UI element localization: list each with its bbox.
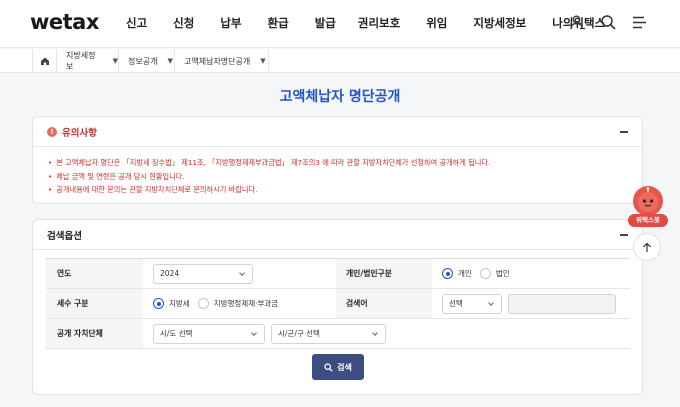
- radio-sanction-charge[interactable]: 지방행정제재·부과금: [197, 298, 279, 309]
- keyword-type-select[interactable]: 선택: [442, 293, 502, 314]
- nav-item-report[interactable]: 신고: [126, 15, 147, 31]
- radio-circle: [442, 268, 453, 279]
- radio-label: 지방행정제재·부과금: [213, 299, 279, 308]
- person-type-label: 개인/법인구분: [336, 259, 432, 288]
- chatbot-button[interactable]: 위택스봇: [628, 186, 668, 230]
- breadcrumb-item-info-disclosure[interactable]: 정보공개 ▼: [118, 49, 174, 73]
- breadcrumb-label: 고액체납자명단공개: [184, 56, 251, 66]
- form-row: 연도 2024 개인/법인구분 개인 법인: [46, 259, 630, 289]
- breadcrumb-label: 정보공개: [128, 56, 158, 66]
- sido-select-value: 시/도 선택: [160, 329, 193, 338]
- notice-title: 유의사항: [62, 127, 97, 139]
- user-icon[interactable]: [569, 14, 586, 31]
- radio-label: 개인: [458, 269, 472, 278]
- chatbot-mascot-icon: [633, 186, 663, 216]
- list-item: 체납 금액 및 연령은 공개 당시 현황입니다.: [48, 170, 642, 184]
- search-options-title: 검색옵션: [47, 230, 82, 242]
- radio-individual[interactable]: 개인: [442, 268, 472, 279]
- list-item: 공개내용에 대한 문의는 관할 지방자치단체로 문의하시기 바랍니다.: [48, 183, 642, 197]
- radio-label: 지방세: [169, 299, 190, 308]
- home-icon[interactable]: [32, 49, 56, 73]
- tax-type-cell: 지방세 지방행정제재·부과금: [143, 289, 336, 318]
- nav-item-payment[interactable]: 납부: [220, 15, 241, 31]
- arrow-up-icon: [643, 242, 651, 252]
- nav-item-local-tax-info[interactable]: 지방세정보: [473, 15, 526, 31]
- chevron-down-icon: ▼: [167, 57, 173, 65]
- tax-type-label: 세수 구분: [46, 289, 143, 318]
- sido-select[interactable]: 시/도 선택: [153, 323, 265, 344]
- chevron-down-icon: [372, 329, 378, 336]
- keyword-input[interactable]: [508, 293, 616, 314]
- year-label: 연도: [46, 259, 143, 288]
- breadcrumb-item-local-tax-info[interactable]: 지방세정보 ▼: [56, 49, 118, 73]
- radio-label: 법인: [495, 269, 510, 278]
- search-icon: [324, 362, 333, 372]
- main-nav: 신고 신청 납부 환급 발급 권리보호 위임 지방세정보 나의위택스: [126, 15, 631, 31]
- collapse-icon[interactable]: [620, 234, 628, 236]
- menu-icon[interactable]: [631, 14, 648, 31]
- search-button[interactable]: 검색: [312, 354, 364, 380]
- notice-panel: ! 유의사항 본 고액체납자 명단은 「지방세 징수법」 제11조, 「지방행정…: [32, 116, 643, 204]
- sigungu-select[interactable]: 시/군/구 선택: [271, 323, 386, 344]
- header-icons: [569, 14, 648, 31]
- chevron-down-icon: [239, 269, 245, 276]
- search-icon[interactable]: [600, 14, 617, 31]
- page-title: 고액체납자 명단공개: [279, 89, 401, 105]
- radio-circle: [197, 298, 209, 309]
- keyword-label: 검색어: [336, 289, 432, 318]
- scroll-top-button[interactable]: [633, 233, 661, 261]
- notice-header[interactable]: ! 유의사항: [33, 117, 642, 147]
- radio-local-tax[interactable]: 지방세: [153, 298, 190, 309]
- list-item: 본 고액체납자 명단은 「지방세 징수법」 제11조, 「지방행정제재부과금법」…: [48, 156, 642, 170]
- nav-item-issuance[interactable]: 발급: [315, 15, 336, 31]
- breadcrumb-label: 지방세정보: [66, 51, 96, 71]
- wetax-logo[interactable]: wetax: [30, 10, 99, 34]
- keyword-cell: 선택: [432, 289, 630, 318]
- person-type-cell: 개인 법인: [432, 259, 630, 288]
- breadcrumb: 지방세정보 ▼ 정보공개 ▼ 고액체납자명단공개 ▼: [0, 49, 680, 73]
- year-select[interactable]: 2024: [153, 263, 253, 284]
- search-form: 연도 2024 개인/법인구분 개인 법인 세수 구분 지방세 지방행정제재·부…: [46, 258, 630, 349]
- year-cell: 2024: [143, 259, 336, 288]
- site-header: wetax 신고 신청 납부 환급 발급 권리보호 위임 지방세정보 나의위택스: [0, 0, 680, 48]
- search-options-panel: 검색옵션 연도 2024 개인/법인구분 개인 법인 세수 구분 지방세 지방행…: [32, 219, 643, 395]
- region-cell: 시/도 선택 시/군/구 선택: [143, 319, 630, 348]
- keyword-select-value: 선택: [449, 299, 463, 308]
- year-value: 2024: [160, 269, 180, 278]
- notice-list: 본 고액체납자 명단은 「지방세 징수법」 제11조, 「지방행정제재부과금법」…: [33, 147, 642, 197]
- radio-circle: [479, 268, 491, 279]
- nav-item-rights[interactable]: 권리보호: [358, 15, 400, 31]
- search-options-header[interactable]: 검색옵션: [33, 220, 642, 250]
- radio-corporation[interactable]: 법인: [479, 268, 510, 279]
- sigungu-select-value: 시/군/구 선택: [278, 329, 320, 338]
- form-row: 세수 구분 지방세 지방행정제재·부과금 검색어 선택: [46, 289, 630, 319]
- nav-item-apply[interactable]: 신청: [173, 15, 194, 31]
- nav-item-delegation[interactable]: 위임: [426, 15, 447, 31]
- chevron-down-icon: [488, 299, 494, 306]
- search-button-label: 검색: [337, 362, 352, 372]
- form-row: 공개 자치단체 시/도 선택 시/군/구 선택: [46, 319, 630, 349]
- breadcrumb-item-delinquent-list[interactable]: 고액체납자명단공개 ▼: [174, 49, 268, 73]
- chevron-down-icon: [251, 329, 257, 336]
- chatbot-label: 위택스봇: [628, 214, 668, 227]
- radio-circle: [153, 298, 164, 309]
- breadcrumb-divider: [268, 49, 269, 73]
- warning-icon: !: [47, 126, 57, 137]
- nav-item-refund[interactable]: 환급: [268, 15, 289, 31]
- region-label: 공개 자치단체: [46, 319, 143, 348]
- collapse-icon[interactable]: [620, 131, 628, 133]
- chevron-down-icon: ▼: [260, 57, 266, 65]
